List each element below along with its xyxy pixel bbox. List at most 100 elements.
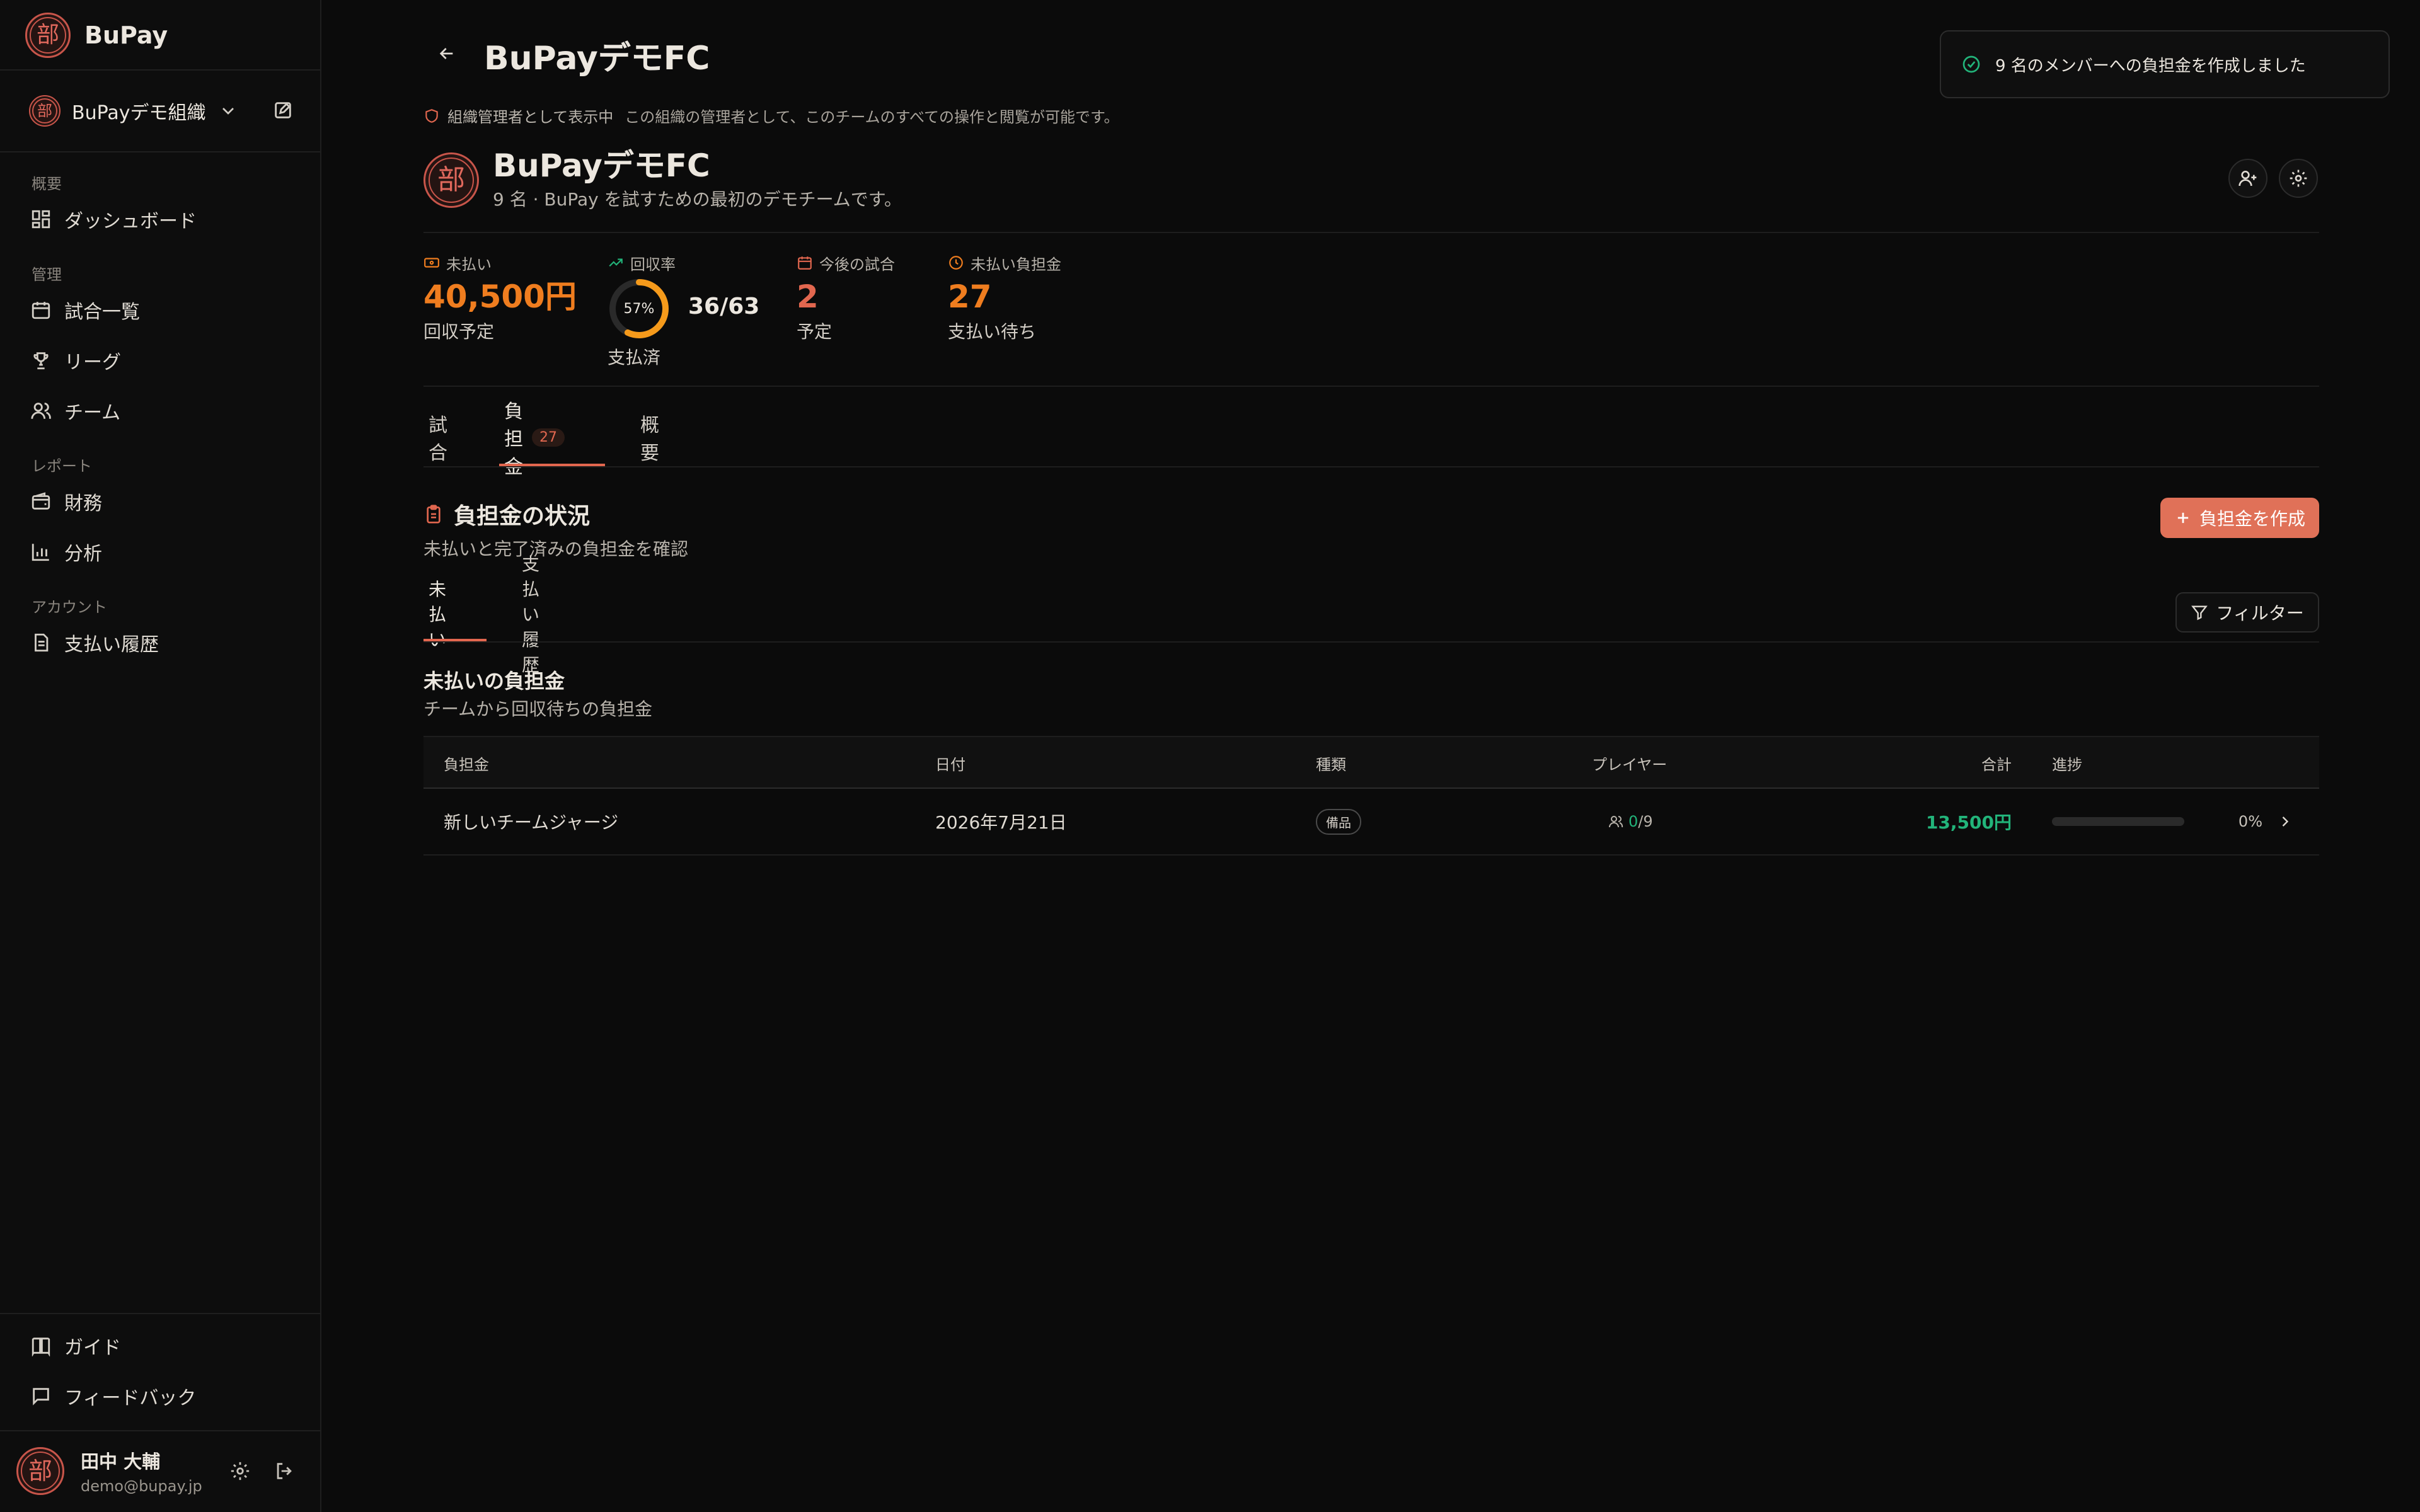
user-name: 田中 大輔 bbox=[81, 1451, 161, 1472]
stat-label: 未払い bbox=[446, 255, 492, 273]
sidebar-item-label: ガイド bbox=[64, 1337, 121, 1359]
sidebar-item-analytics[interactable]: 分析 bbox=[30, 534, 301, 570]
stat-value: 40,500円 bbox=[424, 278, 577, 315]
sidebar-item-label: リーグ bbox=[64, 352, 121, 374]
clipboard-icon bbox=[427, 505, 441, 524]
wallet-icon bbox=[32, 492, 50, 510]
tab-count-badge: 27 bbox=[532, 428, 565, 447]
add-member-button[interactable] bbox=[2228, 159, 2267, 198]
calendar-icon bbox=[798, 256, 812, 270]
column-header-total: 合計 bbox=[1981, 755, 2012, 774]
sidebar-divider bbox=[0, 151, 320, 152]
users-icon bbox=[1609, 816, 1623, 828]
org-switcher[interactable]: 部 BuPayデモ組織 bbox=[29, 93, 300, 129]
fee-total: 13,500円 bbox=[1925, 812, 2012, 833]
nav-section-manage: 管理 bbox=[32, 266, 62, 284]
subtab-unpaid[interactable]: 未払い bbox=[429, 579, 446, 650]
chevron-down-icon[interactable] bbox=[218, 101, 238, 121]
sidebar-item-finance[interactable]: 財務 bbox=[30, 484, 301, 519]
sidebar-item-matches[interactable]: 試合一覧 bbox=[30, 292, 301, 328]
trending-up-icon bbox=[609, 258, 623, 267]
nav-section-overview: 概要 bbox=[32, 175, 62, 193]
sidebar-item-feedback[interactable]: フィードバック bbox=[30, 1378, 301, 1414]
list-desc: チームから回収待ちの負担金 bbox=[424, 699, 653, 719]
stat-sub: 回収予定 bbox=[424, 321, 495, 342]
fee-date: 2026年7月21日 bbox=[935, 812, 1067, 833]
chevron-right-icon bbox=[2282, 816, 2289, 827]
gear-icon bbox=[2290, 169, 2307, 187]
tab-matches[interactable]: 試合 bbox=[429, 408, 447, 466]
file-icon bbox=[35, 633, 49, 652]
row-open-button[interactable] bbox=[2276, 789, 2294, 854]
stat-sub: 支払済 bbox=[608, 347, 661, 368]
toast-message: 9 名のメンバーへの負担金を作成しました bbox=[1995, 56, 2306, 76]
user-plus-icon bbox=[2238, 171, 2257, 186]
admin-notice: 組織管理者として表示中 この組織の管理者として、このチームのすべての操作と閲覧が… bbox=[424, 105, 1119, 127]
users-icon bbox=[31, 403, 51, 420]
sidebar-item-label: 分析 bbox=[64, 543, 102, 565]
avatar: 部 bbox=[16, 1447, 64, 1495]
sidebar-item-guide[interactable]: ガイド bbox=[30, 1328, 301, 1363]
back-button[interactable] bbox=[431, 38, 463, 69]
fee-players: 0 /9 bbox=[1608, 789, 1653, 854]
column-header-fee: 負担金 bbox=[444, 755, 489, 774]
team-subtitle: 9 名 · BuPay を試すための最初のデモチームです。 bbox=[493, 189, 902, 210]
column-header-date: 日付 bbox=[935, 755, 965, 774]
plus-icon bbox=[2177, 512, 2189, 524]
type-badge: 備品 bbox=[1316, 808, 1361, 835]
sidebar-item-label: 試合一覧 bbox=[64, 301, 140, 323]
stat-unpaid: 未払い 40,500円 回収予定 bbox=[424, 252, 577, 343]
stat-label: 未払い負担金 bbox=[971, 255, 1061, 273]
create-fee-button[interactable]: 負担金を作成 bbox=[2160, 498, 2319, 538]
tab-fees[interactable]: 負担金 27 bbox=[504, 401, 565, 478]
sidebar-item-team[interactable]: チーム bbox=[30, 393, 301, 428]
book-icon bbox=[32, 1337, 50, 1356]
list-title: 未払いの負担金 bbox=[424, 669, 565, 693]
page-title: BuPayデモFC bbox=[484, 40, 710, 77]
subtab-payment-history[interactable]: 支払い履歴 bbox=[522, 554, 539, 675]
stat-sub: 予定 bbox=[797, 321, 833, 342]
sidebar-item-label: 支払い履歴 bbox=[64, 634, 159, 656]
check-circle-icon bbox=[1962, 55, 1980, 73]
user-profile: 部 田中 大輔 demo@bupay.jp bbox=[16, 1443, 306, 1499]
stat-value: 27 bbox=[948, 278, 992, 315]
team-settings-button[interactable] bbox=[2279, 159, 2318, 198]
shield-icon bbox=[425, 108, 438, 123]
arrow-left-icon bbox=[439, 48, 453, 59]
clock-icon bbox=[949, 256, 963, 270]
success-toast: 9 名のメンバーへの負担金を作成しました bbox=[1940, 30, 2390, 98]
collection-percent: 57% bbox=[623, 301, 655, 317]
banknote-icon bbox=[424, 258, 439, 268]
fees-table: 負担金 日付 種類 プレイヤー 合計 進捗 新しいチームジャージ 2026年7月… bbox=[424, 736, 2319, 856]
progress-bar bbox=[2052, 817, 2184, 826]
sidebar-item-payment-history[interactable]: 支払い履歴 bbox=[30, 625, 301, 660]
players-total: /9 bbox=[1638, 813, 1653, 830]
stat-label: 今後の試合 bbox=[819, 255, 895, 273]
calendar-icon bbox=[32, 302, 50, 319]
brand[interactable]: 部 BuPay bbox=[25, 13, 168, 58]
grid-icon bbox=[32, 210, 50, 229]
edit-icon[interactable] bbox=[272, 100, 294, 121]
admin-notice-desc: この組織の管理者として、このチームのすべての操作と閲覧が可能です。 bbox=[625, 108, 1119, 126]
team-header: 部 BuPayデモFC 9 名 · BuPay を試すための最初のデモチームです… bbox=[424, 149, 902, 211]
sidebar-item-label: チーム bbox=[64, 402, 121, 424]
org-name: BuPayデモ組織 bbox=[72, 102, 206, 124]
tab-overview[interactable]: 概要 bbox=[640, 408, 659, 466]
sidebar-item-label: フィードバック bbox=[64, 1387, 197, 1409]
logout-icon[interactable] bbox=[274, 1460, 295, 1482]
gear-icon[interactable] bbox=[229, 1460, 251, 1482]
filter-icon bbox=[2191, 605, 2208, 621]
team-logo: 部 bbox=[424, 152, 479, 208]
filter-button[interactable]: フィルター bbox=[2175, 592, 2319, 633]
stat-pending-fees: 未払い負担金 27 支払い待ち bbox=[948, 252, 1061, 343]
sidebar-item-dashboard[interactable]: ダッシュボード bbox=[30, 202, 301, 237]
message-icon bbox=[33, 1388, 49, 1406]
column-header-players: プレイヤー bbox=[1592, 755, 1668, 774]
stat-collection-rate: 回収率 57% 36/63 支払済 bbox=[608, 252, 759, 369]
trophy-icon bbox=[33, 352, 49, 370]
table-row[interactable]: 新しいチームジャージ 2026年7月21日 備品 0 /9 13,500円 0% bbox=[424, 789, 2319, 856]
sidebar-item-league[interactable]: リーグ bbox=[30, 343, 301, 378]
divider bbox=[424, 466, 2319, 467]
column-header-type: 種類 bbox=[1316, 755, 1346, 774]
admin-notice-title: 組織管理者として表示中 bbox=[447, 108, 614, 126]
